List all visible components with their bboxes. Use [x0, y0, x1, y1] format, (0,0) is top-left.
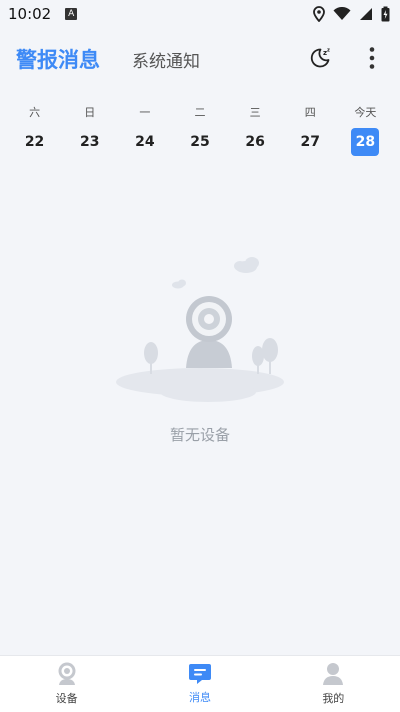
day-label: 六 [29, 106, 41, 119]
battery-charging-icon [381, 6, 390, 22]
day-sun[interactable]: 日 23 [68, 104, 112, 164]
more-menu-button[interactable] [358, 44, 386, 72]
day-tue[interactable]: 二 25 [178, 104, 222, 164]
tab-system-notifications[interactable]: 系统通知 [132, 47, 200, 72]
day-mon[interactable]: 一 24 [123, 104, 167, 164]
day-date: 25 [190, 134, 210, 150]
message-icon [188, 664, 211, 684]
nav-label: 消息 [188, 691, 211, 704]
location-icon [313, 6, 325, 22]
nav-profile[interactable]: 我的 [267, 656, 400, 712]
status-time: 10:02 [8, 5, 52, 23]
bottom-navigation: 设备 消息 我的 [0, 655, 400, 712]
day-date: 27 [300, 134, 320, 150]
nav-messages[interactable]: 消息 [133, 656, 266, 712]
header: 警报消息 系统通知 z z [0, 36, 400, 82]
nav-devices[interactable]: 设备 [0, 656, 133, 712]
camera-icon [58, 662, 76, 685]
nav-label: 设备 [55, 692, 78, 705]
signal-icon [360, 8, 372, 20]
day-date: 26 [245, 134, 265, 150]
day-label: 二 [194, 106, 206, 119]
status-bar: 10:02 A [0, 0, 400, 28]
wifi-icon [333, 7, 351, 20]
empty-camera-illustration [116, 257, 284, 402]
more-icon [369, 47, 375, 69]
day-label: 三 [249, 106, 261, 119]
day-date-selected: 28 [351, 128, 380, 156]
empty-state-text: 暂无设备 [169, 426, 230, 444]
day-label: 四 [304, 106, 316, 119]
nav-label: 我的 [322, 692, 345, 705]
day-date: 24 [135, 134, 155, 150]
night-mode-button[interactable]: z z [306, 44, 334, 72]
day-wed[interactable]: 三 26 [233, 104, 277, 164]
day-label: 日 [84, 106, 96, 119]
day-sat[interactable]: 六 22 [13, 104, 57, 164]
day-label: 今天 [354, 106, 377, 119]
day-date: 23 [79, 134, 100, 150]
day-thu[interactable]: 四 27 [288, 104, 332, 164]
tab-alert-messages[interactable]: 警报消息 [16, 44, 100, 74]
week-date-selector: 六 22 日 23 一 24 二 25 三 26 四 27 今天 28 [0, 104, 400, 164]
empty-state: 暂无设备 [0, 250, 400, 450]
day-date: 22 [24, 134, 45, 150]
svg-text:z: z [327, 48, 330, 54]
night-mode-icon: z z [310, 48, 330, 68]
day-today[interactable]: 今天 28 [343, 104, 387, 164]
notification-badge-icon: A [65, 8, 78, 20]
user-icon [323, 663, 344, 685]
day-label: 一 [139, 106, 151, 119]
